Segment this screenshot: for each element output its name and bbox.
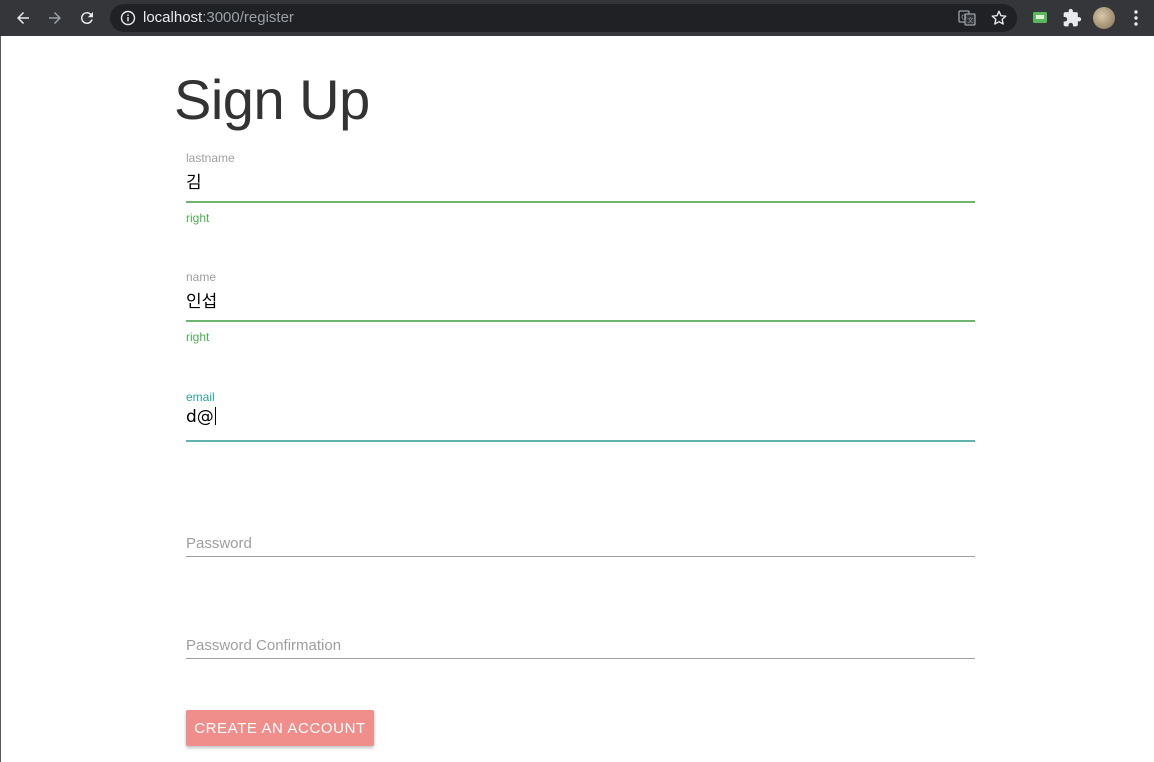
translate-icon[interactable]: G 文	[958, 9, 976, 27]
extension-screen-icon[interactable]	[1030, 8, 1050, 28]
url-path: :3000/register	[202, 9, 294, 26]
page-content: Sign Up lastname 김 right name 인섭 right e…	[0, 36, 1154, 762]
email-label: email	[186, 390, 215, 404]
browser-toolbar: localhost:3000/register G 文	[0, 0, 1154, 36]
email-underline	[186, 440, 975, 442]
text-caret	[214, 407, 216, 425]
puzzle-icon[interactable]	[1062, 8, 1082, 28]
lastname-helper-text: right	[186, 211, 210, 225]
lastname-label: lastname	[186, 151, 235, 165]
name-helper-text: right	[186, 330, 210, 344]
name-underline	[186, 320, 975, 322]
reload-icon[interactable]	[75, 6, 99, 30]
lastname-input[interactable]: 김	[186, 168, 975, 200]
email-field: email d@	[186, 390, 975, 446]
info-icon[interactable]	[120, 10, 136, 26]
password-confirmation-underline	[186, 658, 975, 659]
url-host: localhost	[143, 9, 203, 26]
email-value: d@	[186, 407, 214, 427]
svg-text:G: G	[961, 14, 966, 22]
menu-icon[interactable]	[1126, 8, 1146, 28]
lastname-value: 김	[186, 173, 202, 193]
email-input[interactable]: d@	[186, 407, 975, 439]
name-input[interactable]: 인섭	[186, 287, 975, 319]
forward-icon[interactable]	[43, 6, 67, 30]
profile-avatar[interactable]	[1093, 7, 1115, 29]
password-underline	[186, 556, 975, 557]
password-placeholder: Password	[186, 535, 252, 552]
lastname-underline	[186, 201, 975, 203]
password-confirmation-field[interactable]: Password Confirmation	[186, 637, 975, 669]
svg-text:文: 文	[968, 17, 974, 25]
url-text[interactable]: localhost:3000/register	[143, 10, 294, 26]
star-icon[interactable]	[990, 9, 1008, 27]
name-label: name	[186, 270, 217, 284]
name-field: name 인섭 right	[186, 270, 975, 350]
lastname-field: lastname 김 right	[186, 151, 975, 231]
back-icon[interactable]	[11, 6, 35, 30]
name-value: 인섭	[186, 292, 218, 312]
password-field[interactable]: Password	[186, 535, 975, 567]
password-confirmation-placeholder: Password Confirmation	[186, 637, 342, 654]
address-bar[interactable]: localhost:3000/register G 文	[110, 4, 1017, 32]
page-title: Sign Up	[174, 68, 370, 131]
create-account-button[interactable]: CREATE AN ACCOUNT	[186, 710, 374, 746]
